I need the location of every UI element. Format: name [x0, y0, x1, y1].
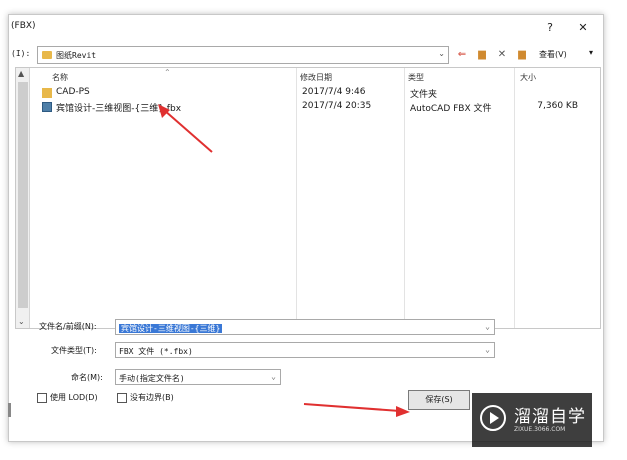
dialog-title: (FBX) [11, 21, 36, 31]
filename-label: 文件名/前缀(N): [39, 322, 97, 331]
lookin-value: 图纸Revit [56, 51, 97, 60]
scroll-down-icon[interactable]: ⌄ [18, 317, 25, 326]
use-lod-checkbox[interactable]: 使用 LOD(D) [37, 392, 98, 403]
filetype-select[interactable]: FBX 文件 (*.fbx) ⌄ [115, 342, 495, 358]
naming-label: 命名(M): [71, 373, 103, 382]
edge-marker [8, 403, 11, 417]
back-icon[interactable]: ⇐ [455, 49, 469, 61]
vertical-scrollbar[interactable]: ▲ ⌄ [16, 68, 30, 328]
checkbox-box[interactable] [37, 392, 47, 403]
scroll-up-icon[interactable]: ▲ [18, 69, 24, 78]
file-row-folder[interactable]: CAD-PS 2017/7/4 9:46 文件夹 [38, 86, 598, 100]
naming-value: 手动(指定文件名) [119, 374, 185, 383]
help-button[interactable]: ? [539, 19, 561, 37]
file-type: 文件夹 [410, 90, 438, 100]
file-size: 7,360 KB [537, 101, 578, 111]
chevron-down-icon[interactable]: ⌄ [485, 322, 490, 331]
folder-icon [42, 88, 52, 98]
file-date: 2017/7/4 20:35 [302, 101, 372, 111]
naming-select[interactable]: 手动(指定文件名) ⌄ [115, 369, 281, 385]
column-header-type[interactable]: 类型 [408, 72, 424, 83]
checkbox-box[interactable] [117, 392, 127, 403]
filename-value: 宾馆设计-三维视图-{三维} [119, 324, 223, 333]
drive-label: (I): [11, 49, 31, 58]
title-bar: (FBX) ? ✕ [9, 15, 603, 41]
close-button[interactable]: ✕ [572, 19, 594, 37]
file-type: AutoCAD FBX 文件 [410, 104, 492, 114]
fbx-file-icon [42, 102, 52, 112]
view-menu-label[interactable]: 查看(V) [539, 49, 567, 60]
toolbar: (I): 图纸Revit ⌄ ⇐ ▆ ✕ ▆ 查看(V) ▾ [9, 43, 603, 67]
chevron-down-icon: ⌄ [438, 49, 445, 58]
use-lod-label: 使用 LOD(D) [50, 393, 98, 402]
sort-caret-icon: ⌃ [164, 68, 171, 77]
annotation-arrow-icon [158, 104, 213, 153]
watermark-brand: 溜溜自学 [514, 407, 586, 427]
chevron-down-icon[interactable]: ⌄ [271, 372, 276, 381]
no-border-label: 没有边界(B) [130, 393, 174, 402]
file-row-fbx[interactable]: 宾馆设计-三维视图-{三维}.fbx 2017/7/4 20:35 AutoCA… [38, 100, 598, 114]
column-header-date[interactable]: 修改日期 [300, 72, 332, 83]
save-button[interactable]: 保存(S) [408, 390, 470, 410]
file-name: CAD-PS [56, 87, 90, 97]
watermark-url: ZIXUE.3066.COM [514, 426, 566, 433]
column-header-name[interactable]: 名称 [52, 72, 68, 83]
watermark-logo: 溜溜自学 ZIXUE.3066.COM [472, 393, 592, 447]
view-dropdown-icon[interactable]: ▾ [589, 48, 593, 57]
filetype-value: FBX 文件 (*.fbx) [119, 347, 193, 356]
file-date: 2017/7/4 9:46 [302, 87, 366, 97]
delete-icon[interactable]: ✕ [495, 49, 509, 61]
lookin-select[interactable]: 图纸Revit ⌄ [37, 46, 449, 64]
annotation-arrow-icon [303, 403, 410, 417]
folder-icon [42, 51, 52, 59]
filename-input[interactable]: 宾馆设计-三维视图-{三维} ⌄ [115, 319, 495, 335]
up-folder-icon[interactable]: ▆ [475, 49, 489, 61]
column-header-size[interactable]: 大小 [520, 72, 536, 83]
new-folder-icon[interactable]: ▆ [515, 49, 529, 61]
filetype-label: 文件类型(T): [51, 346, 97, 355]
no-border-checkbox[interactable]: 没有边界(B) [117, 392, 174, 403]
play-icon [490, 412, 499, 424]
file-list[interactable]: ▲ ⌄ 名称 ⌃ 修改日期 类型 大小 CAD-PS 2017/7/4 9:46… [15, 67, 601, 329]
chevron-down-icon[interactable]: ⌄ [485, 345, 490, 354]
scrollbar-thumb[interactable] [18, 82, 28, 308]
save-dialog: (FBX) ? ✕ (I): 图纸Revit ⌄ ⇐ ▆ ✕ ▆ 查看(V) ▾… [8, 14, 604, 442]
